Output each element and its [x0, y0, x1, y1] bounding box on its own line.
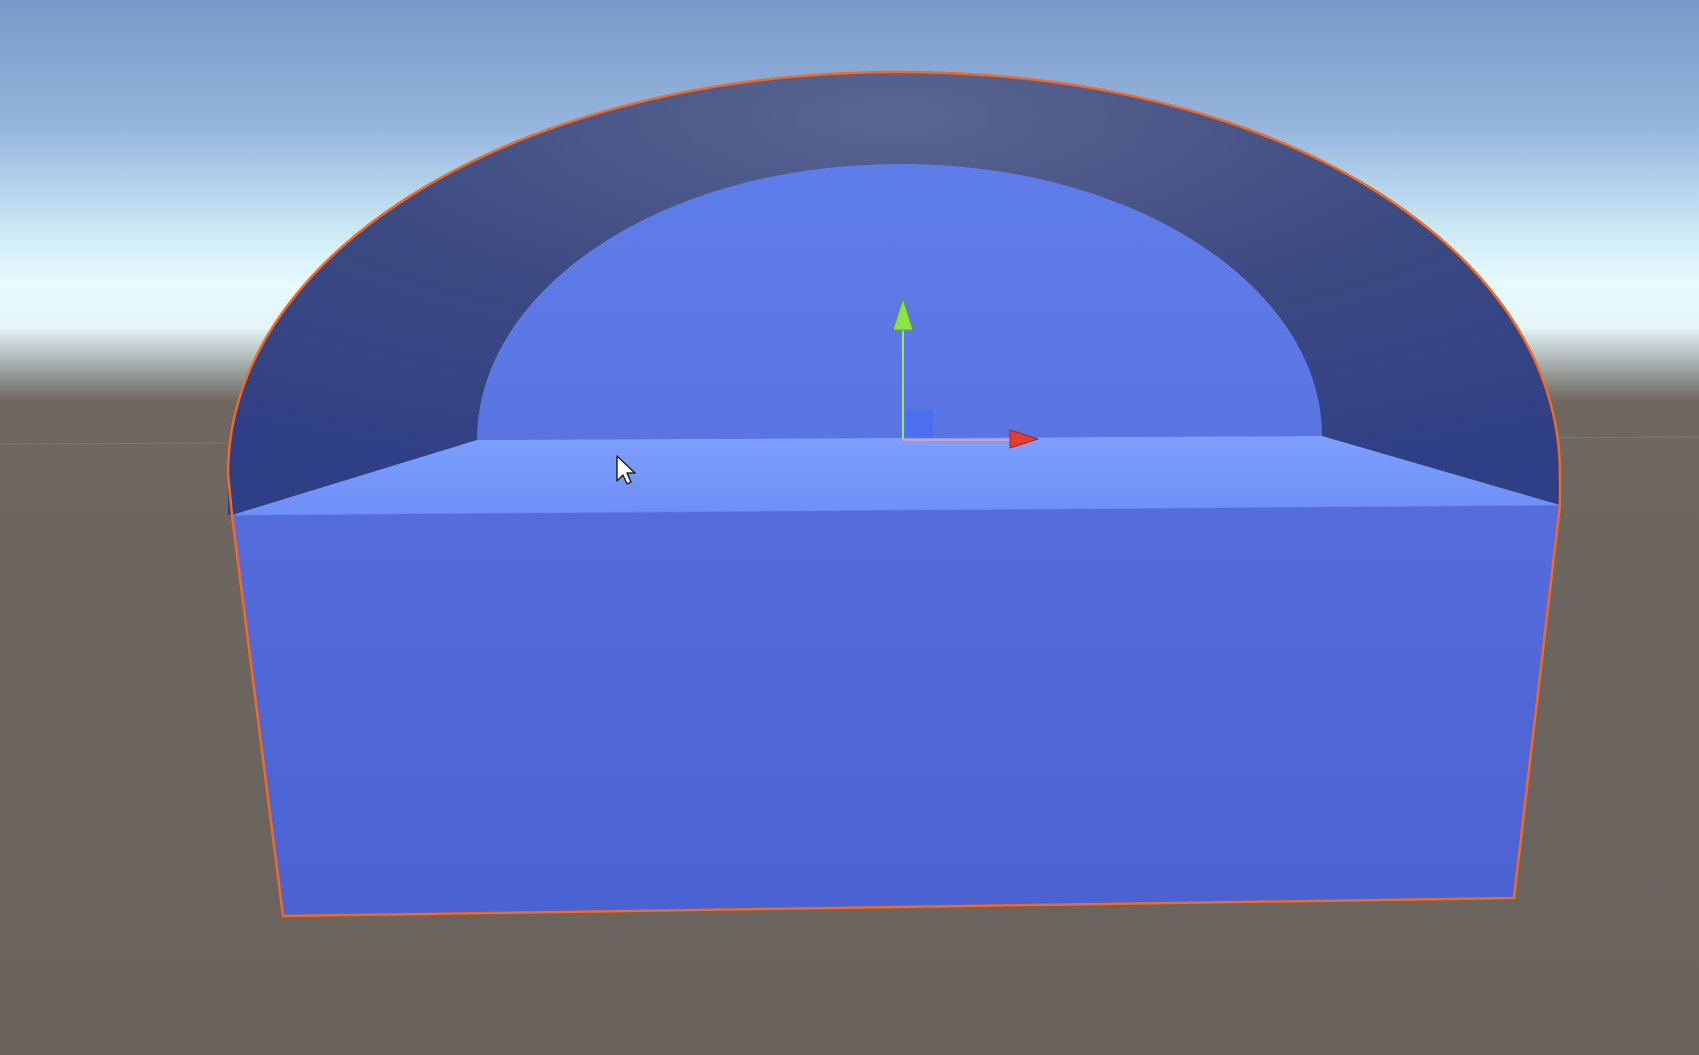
selected-arch-block[interactable]: [226, 70, 1562, 918]
xy-plane-handle[interactable]: [905, 409, 933, 437]
block-front-face[interactable]: [232, 505, 1560, 916]
scene-viewport[interactable]: [0, 0, 1699, 1055]
